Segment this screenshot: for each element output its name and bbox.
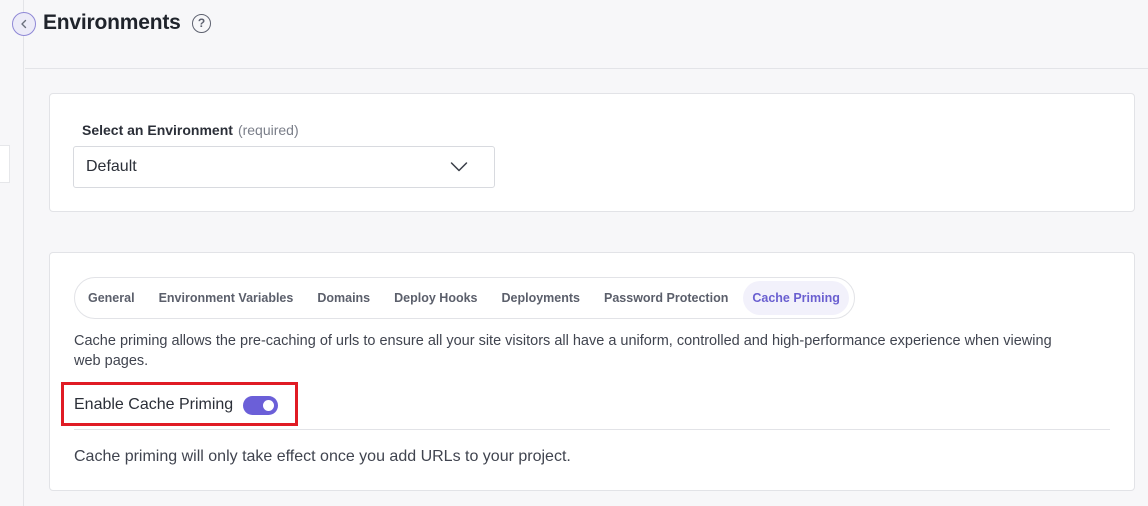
settings-card: General Environment Variables Domains De… [49, 252, 1135, 491]
environment-select[interactable]: Default [73, 146, 495, 188]
back-button[interactable] [12, 12, 36, 36]
toggle-knob [263, 399, 275, 411]
environment-field-label: Select an Environment (required) [82, 122, 299, 138]
environment-label-text: Select an Environment [82, 122, 233, 138]
tab-deploy-hooks[interactable]: Deploy Hooks [385, 281, 486, 315]
chevron-left-icon [21, 19, 27, 29]
tab-domains[interactable]: Domains [308, 281, 379, 315]
sidebar-stub [0, 145, 10, 183]
environment-card: Select an Environment (required) Default [49, 93, 1135, 212]
left-rail [0, 0, 24, 506]
page-header: Environments ? [25, 0, 1148, 69]
toggle-label: Enable Cache Priming [74, 396, 234, 413]
tab-bar: General Environment Variables Domains De… [74, 277, 855, 319]
chevron-down-icon [450, 162, 468, 172]
tab-general[interactable]: General [79, 281, 144, 315]
cache-priming-description: Cache priming allows the pre-caching of … [74, 333, 1052, 369]
enable-cache-priming-row: Enable Cache Priming [74, 393, 279, 417]
tab-environment-variables[interactable]: Environment Variables [150, 281, 303, 315]
help-icon[interactable]: ? [192, 14, 211, 33]
cache-priming-note: Cache priming will only take effect once… [74, 448, 571, 465]
page-title: Environments [43, 11, 181, 34]
tab-deployments[interactable]: Deployments [493, 281, 590, 315]
environment-select-value: Default [86, 158, 137, 175]
required-hint: (required) [237, 122, 299, 138]
divider [74, 429, 1110, 430]
tab-cache-priming[interactable]: Cache Priming [743, 281, 849, 315]
enable-cache-priming-toggle[interactable] [243, 395, 279, 415]
tab-password-protection[interactable]: Password Protection [595, 281, 737, 315]
